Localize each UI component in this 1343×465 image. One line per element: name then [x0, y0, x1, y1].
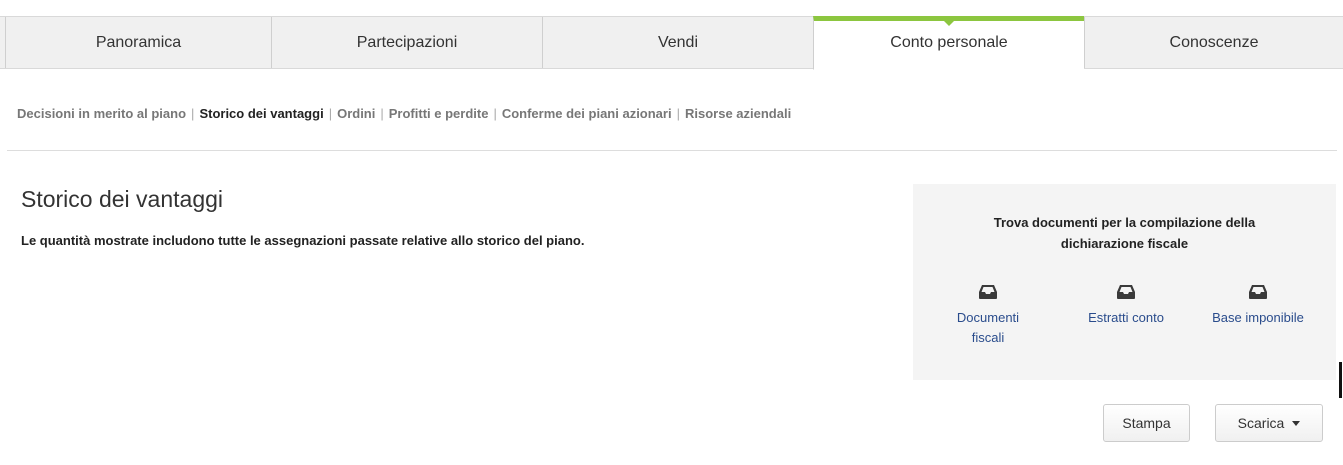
estratti-conto-link[interactable]: Estratti conto [1071, 284, 1181, 328]
subnav-separator: | [676, 106, 680, 121]
tab-label: Conoscenze [1169, 33, 1259, 51]
inbox-icon [979, 285, 997, 299]
sub-navigation: Decisioni in merito al piano | Storico dei… [17, 106, 791, 121]
link-label: Base imponibile [1212, 310, 1304, 325]
inbox-icon [1249, 285, 1267, 299]
page-title: Storico dei vantaggi [21, 186, 224, 212]
download-button[interactable]: Scarica [1215, 404, 1323, 442]
subnav-decisioni[interactable]: Decisioni in merito al piano [17, 106, 186, 121]
subnav-separator: | [191, 106, 195, 121]
tab-label: Conto personale [890, 33, 1008, 51]
divider [7, 150, 1337, 151]
subnav-separator: | [493, 106, 497, 121]
tab-label: Vendi [657, 33, 699, 51]
base-imponibile-link[interactable]: Base imponibile [1198, 284, 1318, 328]
tab-label: Panoramica [95, 33, 182, 51]
print-label: Stampa [1122, 415, 1171, 431]
caret-down-icon [1292, 420, 1301, 426]
page-description: Le quantità mostrate includono tutte le … [21, 233, 585, 248]
subnav-separator: | [380, 106, 384, 121]
main-tabs: Panoramica Partecipazioni Vendi Conto pe… [0, 16, 1343, 70]
tab-partecipazioni[interactable]: Partecipazioni [271, 17, 542, 68]
download-label: Scarica [1237, 415, 1285, 431]
subnav-ordini[interactable]: Ordini [337, 106, 375, 121]
tab-label: Partecipazioni [356, 33, 458, 51]
tax-documents-panel: Trova documenti per la compilazione dell… [913, 184, 1336, 380]
active-tab-indicator [943, 20, 955, 26]
subnav-risorse[interactable]: Risorse aziendali [685, 106, 791, 121]
inbox-icon [1117, 285, 1135, 299]
subnav-separator: | [328, 106, 333, 121]
tab-conto-personale[interactable]: Conto personale [813, 16, 1084, 70]
tab-conoscenze[interactable]: Conoscenze [1084, 17, 1343, 68]
cursor-edge [1339, 362, 1342, 398]
subnav-conferme[interactable]: Conferme dei piani azionari [502, 106, 672, 121]
link-label: Documenti fiscali [956, 310, 1020, 345]
link-label: Estratti conto [1088, 310, 1164, 325]
panel-heading: Trova documenti per la compilazione dell… [993, 215, 1256, 251]
subnav-storico[interactable]: Storico dei vantaggi [199, 106, 323, 121]
documenti-fiscali-link[interactable]: Documenti fiscali [943, 284, 1033, 348]
subnav-profitti[interactable]: Profitti e perdite [389, 106, 489, 121]
tab-vendi[interactable]: Vendi [542, 17, 813, 68]
print-button[interactable]: Stampa [1103, 404, 1190, 442]
tab-panoramica[interactable]: Panoramica [5, 17, 271, 68]
